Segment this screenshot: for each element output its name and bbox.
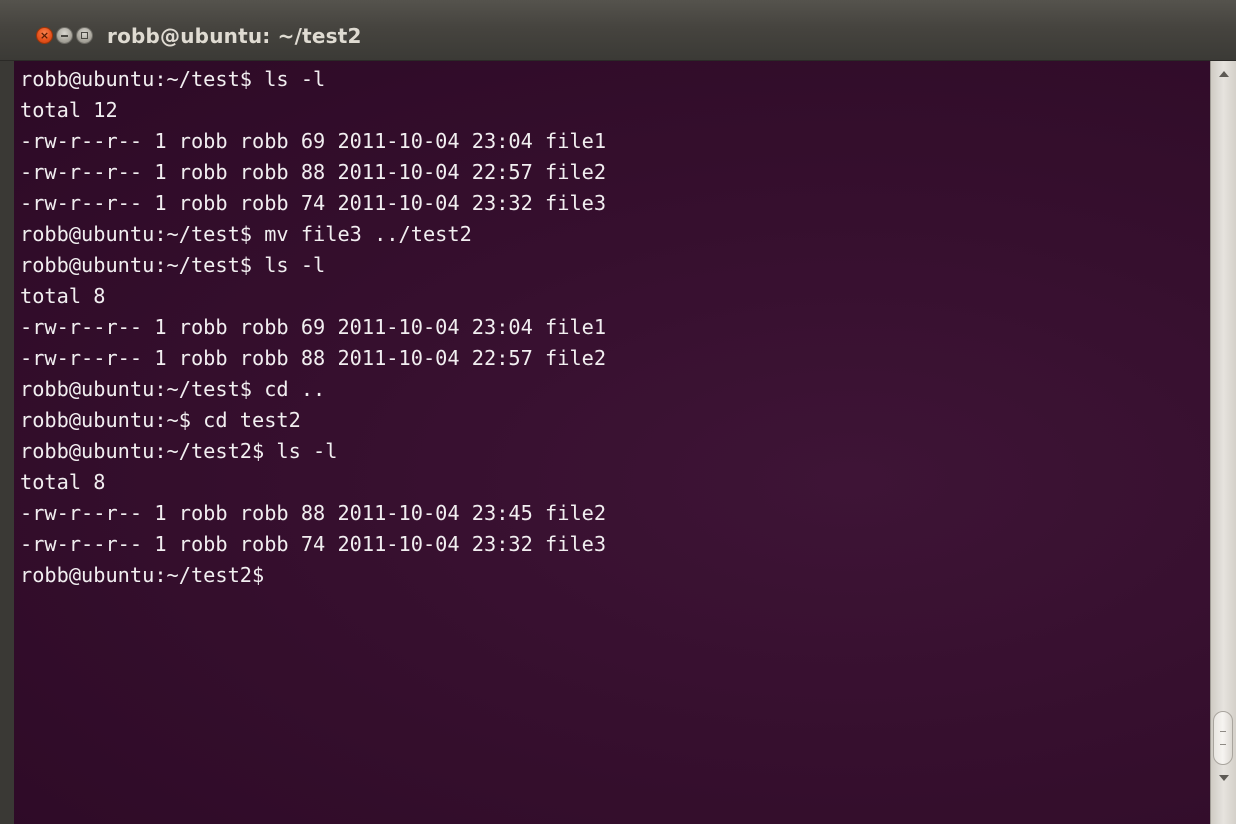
terminal-area[interactable]: robb@ubuntu:~/test$ ls -l total 12 -rw-r--… <box>14 61 1210 824</box>
terminal-line: total 8 <box>20 284 106 308</box>
terminal-line: robb@ubuntu:~/test$ ls -l <box>20 67 326 91</box>
terminal-line: robb@ubuntu:~/test$ mv file3 ../test2 <box>20 222 472 246</box>
terminal-line: robb@ubuntu:~/test$ cd .. <box>20 377 326 401</box>
terminal-window: × robb@ubuntu: ~/test2 robb@ubuntu:~/tes… <box>0 0 1236 824</box>
vertical-scrollbar[interactable] <box>1210 61 1236 824</box>
minimize-icon[interactable] <box>56 27 73 44</box>
window-left-border <box>0 61 14 824</box>
scroll-up-arrow-icon[interactable] <box>1219 71 1229 77</box>
terminal-line: -rw-r--r-- 1 robb robb 88 2011-10-04 22:… <box>20 346 607 370</box>
scroll-down-arrow-icon[interactable] <box>1219 775 1229 781</box>
terminal-line: robb@ubuntu:~/test$ ls -l <box>20 253 326 277</box>
terminal-line: robb@ubuntu:~$ cd test2 <box>20 408 301 432</box>
terminal-output[interactable]: robb@ubuntu:~/test$ ls -l total 12 -rw-r--… <box>14 61 1210 591</box>
window-title: robb@ubuntu: ~/test2 <box>107 24 362 48</box>
terminal-line: -rw-r--r-- 1 robb robb 88 2011-10-04 22:… <box>20 160 607 184</box>
terminal-line: -rw-r--r-- 1 robb robb 69 2011-10-04 23:… <box>20 129 607 153</box>
terminal-line: robb@ubuntu:~/test2$ ls -l <box>20 439 338 463</box>
terminal-line: -rw-r--r-- 1 robb robb 88 2011-10-04 23:… <box>20 501 607 525</box>
maximize-icon[interactable] <box>76 27 93 44</box>
title-bar[interactable]: × robb@ubuntu: ~/test2 <box>0 0 1236 61</box>
terminal-prompt-line[interactable]: robb@ubuntu:~/test2$ <box>20 560 1210 591</box>
terminal-line: -rw-r--r-- 1 robb robb 74 2011-10-04 23:… <box>20 532 607 556</box>
terminal-line: -rw-r--r-- 1 robb robb 74 2011-10-04 23:… <box>20 191 607 215</box>
terminal-line: total 12 <box>20 98 118 122</box>
terminal-line: -rw-r--r-- 1 robb robb 69 2011-10-04 23:… <box>20 315 607 339</box>
close-icon[interactable]: × <box>36 27 53 44</box>
terminal-line: total 8 <box>20 470 106 494</box>
scrollbar-thumb[interactable] <box>1213 711 1233 765</box>
